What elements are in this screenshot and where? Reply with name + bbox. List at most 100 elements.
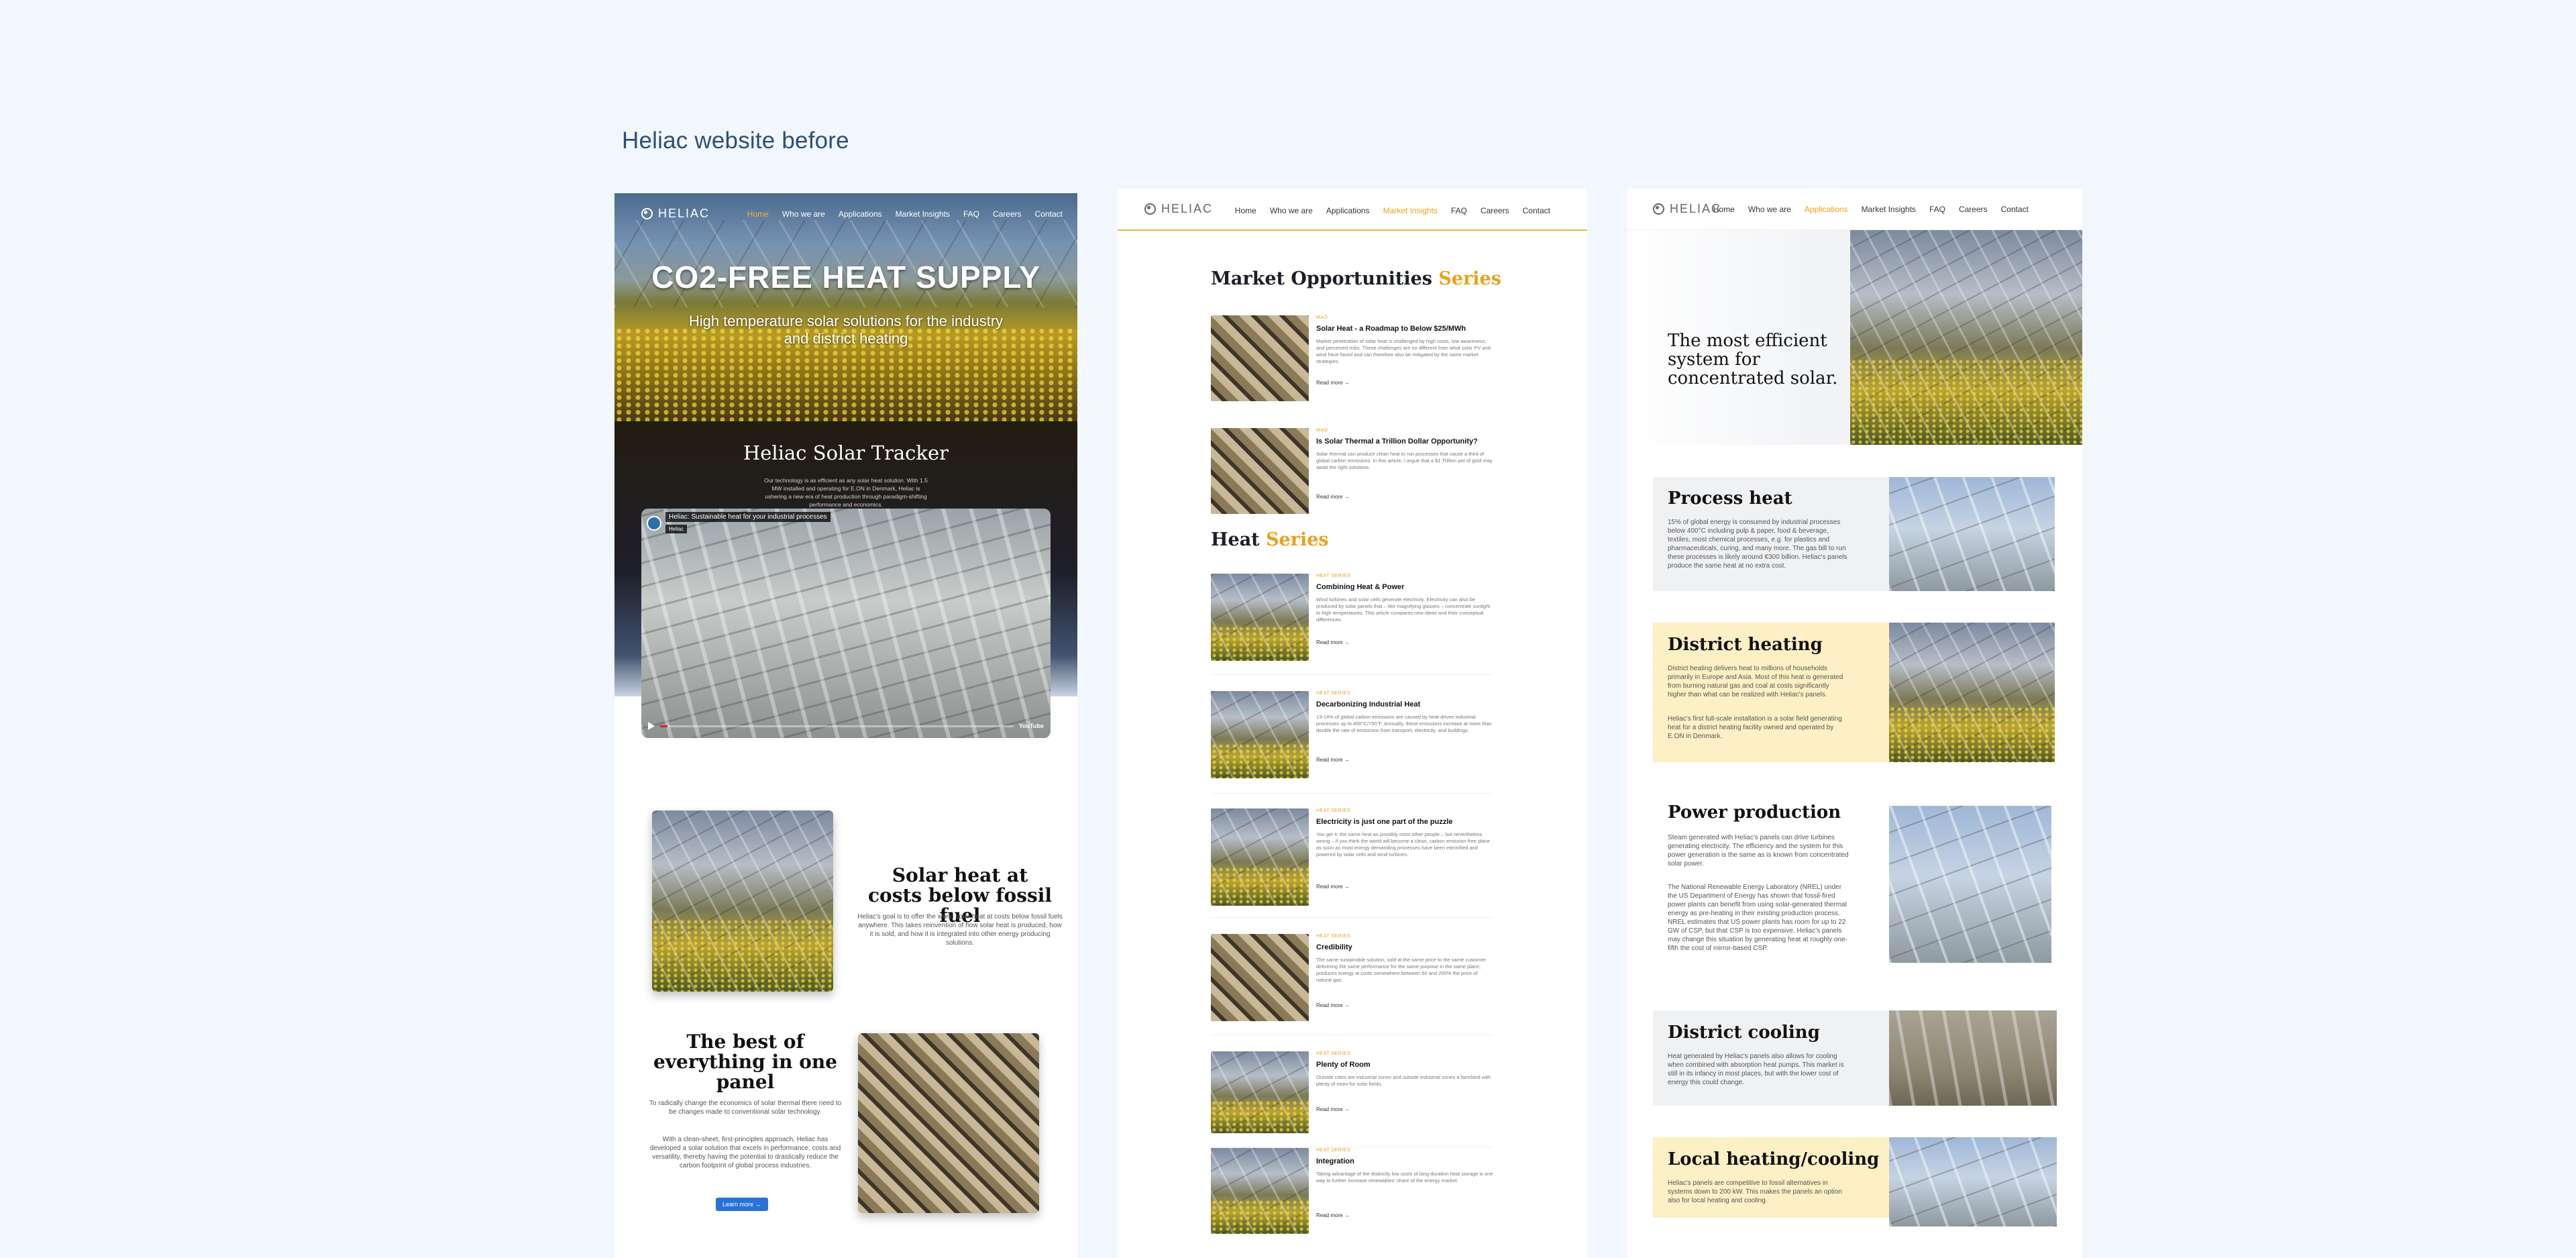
article-tag: HEAT SERIES bbox=[1316, 934, 1351, 939]
article-thumbnail[interactable] bbox=[1211, 934, 1309, 1021]
heat-series-heading: Heat Series bbox=[1211, 529, 1329, 550]
channel-avatar[interactable] bbox=[647, 515, 661, 531]
article-thumbnail[interactable] bbox=[1211, 691, 1309, 778]
article-thumbnail[interactable] bbox=[1211, 808, 1309, 906]
local-heating-title: Local heating/cooling bbox=[1668, 1149, 1880, 1169]
nav-applications[interactable]: Applications bbox=[1326, 206, 1370, 215]
nav-contact[interactable]: Contact bbox=[2001, 205, 2029, 214]
hero-subtitle: High temperature solar solutions for the… bbox=[688, 313, 1004, 347]
nav-faq[interactable]: FAQ bbox=[1929, 205, 1945, 214]
article-tag: HEAT SERIES bbox=[1316, 808, 1351, 813]
section-costs-body: Heliac's goal is to offer the world sola… bbox=[857, 913, 1063, 947]
read-more-link[interactable]: Read more → bbox=[1316, 757, 1350, 763]
article-tag: MAO bbox=[1316, 428, 1328, 433]
article-card[interactable]: HEAT SERIES Plenty of Room Outside citie… bbox=[1211, 1051, 1493, 1147]
article-card[interactable]: HEAT SERIES Credibility The same sustain… bbox=[1211, 934, 1493, 1035]
article-card[interactable]: HEAT SERIES Electricity is just one part… bbox=[1211, 808, 1493, 918]
power-production-body: Steam generated with Heliac's panels can… bbox=[1668, 834, 1849, 868]
site-header: HELIAC Home Who we are Applications Mark… bbox=[1118, 189, 1587, 231]
nav-faq[interactable]: FAQ bbox=[963, 209, 979, 219]
article-title[interactable]: Decarbonizing Industrial Heat bbox=[1316, 700, 1420, 709]
nav-home[interactable]: Home bbox=[747, 209, 769, 219]
nav-market-insights[interactable]: Market Insights bbox=[1862, 205, 1916, 214]
nav-faq[interactable]: FAQ bbox=[1451, 206, 1467, 215]
nav-home[interactable]: Home bbox=[1235, 206, 1256, 215]
nav-contact[interactable]: Contact bbox=[1035, 209, 1063, 219]
logo-icon bbox=[1653, 203, 1664, 215]
article-excerpt: You get it: the same heat as possibly mo… bbox=[1316, 831, 1490, 857]
nav-careers[interactable]: Careers bbox=[1481, 206, 1509, 215]
article-excerpt: Market penetration of solar heat is chal… bbox=[1316, 338, 1491, 364]
logo-icon bbox=[1144, 203, 1156, 215]
main-nav: Home Who we are Applications Market Insi… bbox=[734, 209, 1063, 219]
video-progress[interactable] bbox=[660, 725, 1014, 727]
article-thumbnail[interactable] bbox=[1211, 1051, 1309, 1133]
play-icon[interactable] bbox=[648, 722, 655, 730]
nav-market-insights[interactable]: Market Insights bbox=[896, 209, 950, 219]
article-title[interactable]: Combining Heat & Power bbox=[1316, 583, 1404, 591]
solar-field-image bbox=[652, 810, 833, 992]
nav-applications[interactable]: Applications bbox=[1805, 205, 1848, 214]
youtube-logo[interactable]: YouTube bbox=[1019, 723, 1044, 729]
market-series-heading: Market Opportunities Series bbox=[1211, 268, 1501, 289]
read-more-link[interactable]: Read more → bbox=[1316, 1106, 1350, 1112]
district-heating-title: District heating bbox=[1668, 635, 1823, 655]
nav-careers[interactable]: Careers bbox=[993, 209, 1022, 219]
applications-screenshot: HELIAC Home Who we are Applications Mark… bbox=[1627, 189, 2082, 1258]
article-thumbnail[interactable] bbox=[1211, 428, 1309, 514]
video-progress-fill bbox=[660, 725, 667, 727]
article-title[interactable]: Plenty of Room bbox=[1316, 1061, 1371, 1069]
video-title[interactable]: Heliac: Sustainable heat for your indust… bbox=[665, 512, 830, 522]
article-title[interactable]: Solar Heat - a Roadmap to Below $25/MWh bbox=[1316, 325, 1466, 333]
article-excerpt: Outside cities are industrial zones and … bbox=[1316, 1074, 1491, 1087]
nav-home[interactable]: Home bbox=[1713, 205, 1735, 214]
power-production-body-2: The National Renewable Energy Laboratory… bbox=[1668, 884, 1847, 952]
read-more-link[interactable]: Read more → bbox=[1316, 1002, 1350, 1008]
article-title[interactable]: Credibility bbox=[1316, 943, 1352, 951]
article-tag: HEAT SERIES bbox=[1316, 1148, 1351, 1153]
nav-contact[interactable]: Contact bbox=[1523, 206, 1550, 215]
read-more-link[interactable]: Read more → bbox=[1316, 884, 1350, 890]
video-player[interactable]: Heliac: Sustainable heat for your indust… bbox=[641, 509, 1051, 738]
power-production-image bbox=[1889, 806, 2051, 963]
article-title[interactable]: Integration bbox=[1316, 1157, 1354, 1165]
page-heading: Heliac website before bbox=[622, 127, 849, 154]
nav-who-we-are[interactable]: Who we are bbox=[1748, 205, 1791, 214]
read-more-link[interactable]: Read more → bbox=[1316, 380, 1350, 386]
process-heat-body: 15% of global energy is consumed by indu… bbox=[1668, 519, 1847, 570]
read-more-link[interactable]: Read more → bbox=[1316, 1212, 1350, 1218]
article-tag: MAO bbox=[1316, 315, 1328, 320]
article-card[interactable]: HEAT SERIES Integration Taking advantage… bbox=[1211, 1148, 1493, 1234]
nav-who-we-are[interactable]: Who we are bbox=[1270, 206, 1313, 215]
article-card[interactable]: MAO Solar Heat - a Roadmap to Below $25/… bbox=[1211, 315, 1493, 401]
hero-title: CO2-FREE HEAT SUPPLY bbox=[651, 260, 1040, 295]
nav-careers[interactable]: Careers bbox=[1959, 205, 1988, 214]
video-thumbnail bbox=[641, 509, 1051, 738]
article-title[interactable]: Is Solar Thermal a Trillion Dollar Oppor… bbox=[1316, 437, 1478, 445]
article-excerpt: Taking advantage of the distinctly low c… bbox=[1316, 1171, 1493, 1184]
main-nav: Home Who we are Applications Market Insi… bbox=[1700, 205, 2029, 214]
article-card[interactable]: HEAT SERIES Decarbonizing Industrial Hea… bbox=[1211, 691, 1493, 794]
nav-market-insights[interactable]: Market Insights bbox=[1383, 206, 1438, 215]
article-thumbnail[interactable] bbox=[1211, 315, 1309, 401]
district-heating-body-2: Heliac's first full-scale installation i… bbox=[1668, 715, 1842, 740]
hero-title: The most efficient system for concentrat… bbox=[1668, 331, 1838, 388]
logo-icon bbox=[641, 208, 653, 219]
logo[interactable]: HELIAC bbox=[1144, 202, 1213, 216]
article-thumbnail[interactable] bbox=[1211, 1148, 1309, 1234]
article-thumbnail[interactable] bbox=[1211, 574, 1309, 661]
local-heating-body: Heliac's panels are competitive to fossi… bbox=[1668, 1180, 1842, 1204]
section-panel-body-2: With a clean-sheet, first-principles app… bbox=[649, 1136, 841, 1169]
learn-more-button[interactable]: Learn more → bbox=[716, 1198, 768, 1211]
nav-applications[interactable]: Applications bbox=[839, 209, 882, 219]
article-excerpt: Solar thermal can produce clean heat to … bbox=[1316, 451, 1493, 470]
read-more-link[interactable]: Read more → bbox=[1316, 494, 1350, 500]
read-more-link[interactable]: Read more → bbox=[1316, 639, 1350, 645]
article-title[interactable]: Electricity is just one part of the puzz… bbox=[1316, 818, 1453, 826]
article-card[interactable]: MAO Is Solar Thermal a Trillion Dollar O… bbox=[1211, 428, 1493, 514]
district-heating-image bbox=[1889, 623, 2055, 762]
logo[interactable]: HELIAC bbox=[641, 207, 710, 221]
article-excerpt: Wind turbines and solar cells generate e… bbox=[1316, 596, 1491, 623]
article-card[interactable]: HEAT SERIES Combining Heat & Power Wind … bbox=[1211, 574, 1493, 675]
nav-who-we-are[interactable]: Who we are bbox=[782, 209, 825, 219]
